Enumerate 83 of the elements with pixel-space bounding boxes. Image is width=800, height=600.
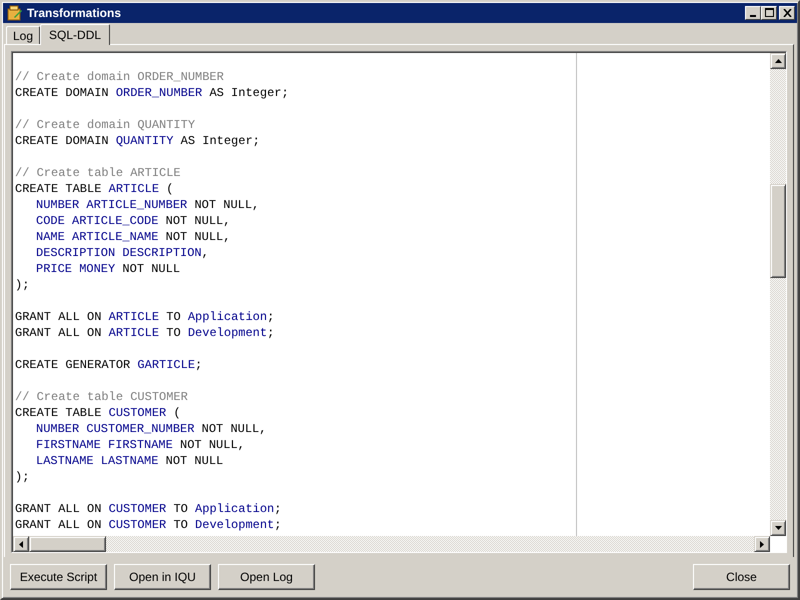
left-arrow-icon [19,540,23,548]
close-window-button[interactable] [779,6,795,20]
code-text: ; [195,358,202,372]
code-text: CREATE GENERATOR [15,358,130,372]
code-comment: // Create domain ORDER_NUMBER [15,70,224,84]
tab[interactable]: SQL-DDL [40,24,110,45]
down-arrow-icon [774,526,782,530]
vertical-scrollbar[interactable] [770,53,786,536]
code-identifier: Application [188,310,268,324]
code-identifier: NUMBER ARTICLE_NUMBER [36,198,188,212]
code-identifier: NUMBER CUSTOMER_NUMBER [36,422,194,436]
action-button[interactable]: Open in IQU [114,564,211,590]
tab[interactable]: Log [6,26,40,44]
close-button[interactable]: Close [693,564,790,590]
scroll-left-button[interactable] [13,536,29,552]
code-text: ( [173,406,181,420]
scroll-up-button[interactable] [770,53,786,69]
code-comment: // Create table ARTICLE [15,166,181,180]
code-identifier: Development [195,518,274,532]
code-text: ; [267,326,274,340]
horizontal-scrollbar[interactable] [13,536,770,552]
code-text: GRANT ALL ON [15,326,102,340]
code-text: ; [274,502,282,516]
maximize-icon [764,8,774,18]
maximize-button[interactable] [761,6,777,20]
code-text: NOT NULL, [180,438,245,452]
code-identifier: DESCRIPTION DESCRIPTION [36,246,202,260]
code-text: NOT NULL [122,262,180,276]
action-button[interactable]: Execute Script [10,564,107,590]
code-text: NOT NULL, [166,214,230,228]
code-text: NOT NULL, [166,230,230,244]
code-text: GRANT ALL ON [15,310,102,324]
up-arrow-icon [774,59,782,63]
code-text: TO [173,518,188,532]
code-text: NOT NULL [166,454,224,468]
code-identifier: CODE ARTICLE_CODE [36,214,158,228]
scroll-thumb[interactable] [29,536,106,552]
code-text: CREATE TABLE [15,406,102,420]
code-identifier: ARTICLE [108,326,160,340]
code-text: NOT NULL, [202,422,266,436]
code-text: CREATE DOMAIN [15,134,109,148]
close-icon [782,8,792,17]
code-identifier: GARTICLE [137,358,196,372]
code-identifier: ARTICLE [108,310,160,324]
code-text: GRANT ALL ON [15,518,102,532]
code-identifier: FIRSTNAME FIRSTNAME [36,438,173,452]
code-identifier: Development [188,326,268,340]
code-text: ; [267,310,274,324]
right-arrow-icon [760,540,764,548]
code-identifier: Application [195,502,274,516]
code-text: GRANT ALL ON [15,502,102,516]
code-identifier: ORDER_NUMBER [116,86,202,100]
action-button[interactable]: Open Log [218,564,315,590]
minimize-icon [750,14,756,17]
code-identifier: LASTNAME LASTNAME [36,454,158,468]
minimize-button[interactable] [745,6,761,20]
code-comment: // Create table CUSTOMER [15,390,188,404]
code-text: ; [274,518,282,532]
code-identifier: NAME ARTICLE_NAME [36,230,158,244]
scroll-right-button[interactable] [754,536,770,552]
code-text: TO [173,502,188,516]
code-text: ); [15,470,30,484]
code-identifier: ARTICLE [108,182,160,196]
code-text: , [202,246,209,260]
window-title: Transformations [27,6,122,20]
code-identifier: CUSTOMER [108,518,166,532]
scroll-down-button[interactable] [770,520,786,536]
code-text: NOT NULL, [194,198,260,212]
code-text: ); [15,278,30,292]
code-text: CREATE TABLE [15,182,102,196]
code-text: CREATE DOMAIN [15,86,109,100]
code-text: TO [166,310,181,324]
code-identifier: PRICE MONEY [36,262,116,276]
code-identifier: CUSTOMER [108,406,166,420]
app-icon [7,4,23,21]
code-text: TO [166,326,181,340]
code-comment: // Create domain QUANTITY [15,118,196,132]
code-text: ( [166,182,174,196]
code-text: AS Integer; [180,134,260,148]
code-identifier: CUSTOMER [108,502,166,516]
code-text: AS Integer; [209,86,289,100]
code-identifier: QUANTITY [116,134,174,148]
scroll-thumb[interactable] [770,184,786,278]
